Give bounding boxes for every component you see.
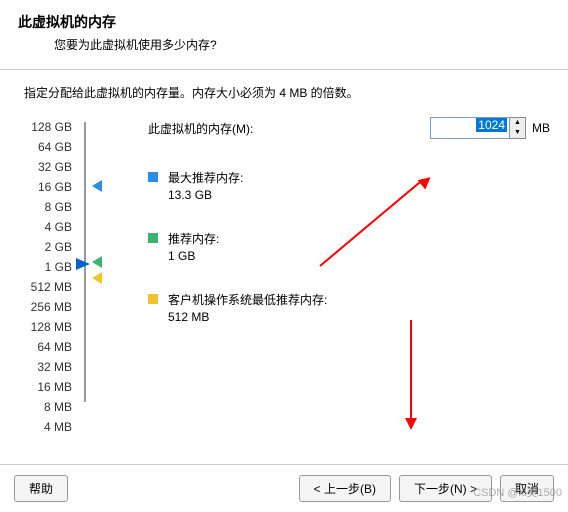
min-marker-icon [92, 272, 102, 284]
tick-label: 64 GB [18, 137, 72, 157]
tick-label: 128 GB [18, 117, 72, 137]
recommended-value: 1 GB [168, 249, 219, 263]
memory-input[interactable]: 1024 [430, 117, 510, 139]
slider-handle[interactable] [76, 258, 90, 270]
back-button[interactable]: < 上一步(B) [299, 475, 391, 502]
tick-label: 1 GB [18, 257, 72, 277]
memory-spinner[interactable]: ▲ ▼ [510, 117, 526, 139]
tick-label: 64 MB [18, 337, 72, 357]
min-label: 客户机操作系统最低推荐内存: [168, 291, 327, 308]
tick-label: 128 MB [18, 317, 72, 337]
max-legend-icon [148, 172, 158, 182]
spinner-up-icon[interactable]: ▲ [510, 118, 525, 128]
max-marker-icon [92, 180, 102, 192]
tick-label: 512 MB [18, 277, 72, 297]
tick-label: 4 GB [18, 217, 72, 237]
tick-label: 256 MB [18, 297, 72, 317]
tick-label: 8 GB [18, 197, 72, 217]
recommended-label: 推荐内存: [168, 230, 219, 247]
help-button[interactable]: 帮助 [14, 475, 68, 502]
memory-slider-track[interactable] [78, 117, 118, 437]
recommended-legend-icon [148, 233, 158, 243]
tick-label: 16 MB [18, 377, 72, 397]
memory-scale-labels: 128 GB 64 GB 32 GB 16 GB 8 GB 4 GB 2 GB … [18, 117, 78, 437]
tick-label: 16 GB [18, 177, 72, 197]
tick-label: 32 MB [18, 357, 72, 377]
memory-label: 此虚拟机的内存(M): [148, 120, 430, 137]
min-legend-icon [148, 294, 158, 304]
page-title: 此虚拟机的内存 [18, 12, 550, 32]
memory-unit: MB [532, 121, 550, 135]
tick-label: 2 GB [18, 237, 72, 257]
tick-label: 8 MB [18, 397, 72, 417]
description-text: 指定分配给此虚拟机的内存量。内存大小必须为 4 MB 的倍数。 [0, 70, 568, 109]
tick-label: 4 MB [18, 417, 72, 437]
watermark-text: CSDN @xl美1500 [473, 484, 562, 500]
max-label: 最大推荐内存: [168, 169, 243, 186]
page-subtitle: 您要为此虚拟机使用多少内存? [54, 36, 550, 53]
tick-label: 32 GB [18, 157, 72, 177]
min-value: 512 MB [168, 310, 327, 324]
max-value: 13.3 GB [168, 188, 243, 202]
recommended-marker-icon [92, 256, 102, 268]
spinner-down-icon[interactable]: ▼ [510, 128, 525, 138]
